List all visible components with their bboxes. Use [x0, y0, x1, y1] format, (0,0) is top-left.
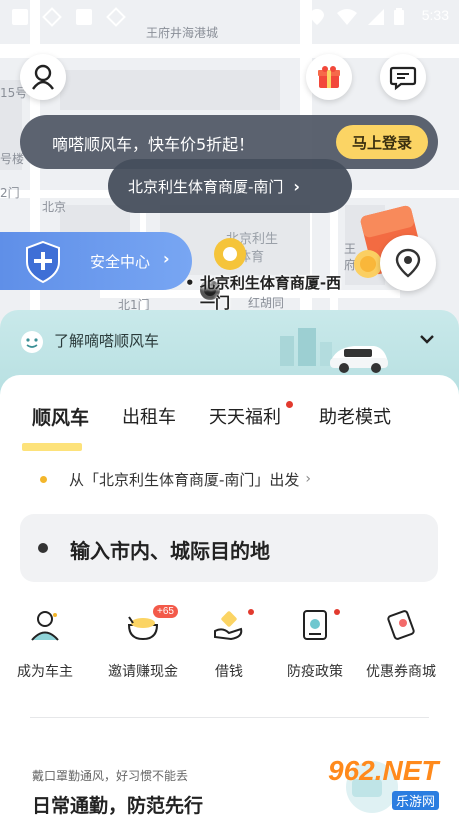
chat-message-icon — [389, 66, 417, 91]
map-place-name: 北京利生体育商厦-西 — [199, 274, 342, 292]
safety-center-button[interactable]: 安全中心 › — [0, 232, 192, 290]
destination-placeholder: 输入市内、城际目的地 — [70, 539, 270, 563]
map-place-label: • 北京利生体育商厦-西 — [185, 274, 342, 292]
tab-taxi[interactable]: 出租车 — [122, 403, 176, 429]
chevron-right-icon: › — [163, 249, 170, 268]
chevron-right-icon: › — [293, 176, 301, 196]
locate-me-button[interactable] — [380, 235, 436, 291]
coupon-mall-icon — [387, 610, 415, 640]
pickup-location-bubble[interactable]: 北京利生体育商厦-南门 › — [108, 159, 352, 213]
gift-icon — [318, 66, 340, 88]
active-tab-underline — [22, 443, 82, 451]
watermark-logo: 962.NET 乐游网 — [322, 755, 452, 813]
service-label: 成为车主 — [17, 664, 73, 680]
pickup-location-text: 北京利生体育商厦-南门 — [128, 177, 284, 196]
tab-elder-mode[interactable]: 助老模式 — [319, 403, 391, 429]
car-city-illustration-icon — [280, 328, 388, 373]
locate-pin-icon — [395, 248, 421, 278]
service-label: 邀请赚现金 — [108, 664, 178, 680]
destination-dot-icon — [38, 543, 48, 553]
login-button[interactable]: 马上登录 — [336, 125, 428, 159]
notification-dot — [334, 609, 340, 615]
service-coupon-mall[interactable]: 优惠券商城 — [356, 607, 446, 697]
tab-daily-rewards[interactable]: 天天福利 — [209, 403, 281, 429]
pickup-row-text: 从「北京利生体育商厦-南门」出发 — [69, 470, 300, 489]
service-badge: +65 — [153, 605, 178, 618]
signal-icon — [368, 9, 384, 25]
status-bar: 5:33 — [0, 0, 459, 32]
service-become-driver[interactable]: 成为车主 — [0, 607, 90, 697]
notification-square-icon — [76, 9, 92, 25]
notification-diamond-icon — [106, 7, 126, 27]
message-button[interactable] — [380, 54, 426, 100]
learn-more-text: 了解嘀嗒顺风车 — [54, 332, 160, 350]
chevron-down-icon[interactable] — [418, 332, 436, 346]
chevron-right-icon: › — [305, 471, 312, 487]
map-street-label: 2门 — [0, 186, 20, 200]
map-street-label: 红胡同 — [248, 296, 285, 310]
destination-input[interactable]: 输入市内、城际目的地 — [20, 514, 438, 582]
service-label: 防疫政策 — [287, 664, 343, 680]
wifi-icon — [337, 9, 357, 25]
divider — [30, 717, 429, 718]
shield-plus-icon — [26, 240, 60, 284]
loan-icon — [214, 611, 243, 641]
watermark-text: 962.NET — [328, 755, 439, 786]
battery-icon — [394, 8, 404, 25]
service-label: 借钱 — [215, 664, 243, 680]
service-loan[interactable]: 借钱 — [184, 607, 274, 697]
user-profile-icon — [32, 64, 54, 90]
article-subtitle: 戴口罩勤通风，好习惯不能丢 — [32, 769, 189, 783]
driver-icon — [31, 611, 59, 641]
notification-square-icon — [12, 9, 28, 25]
gift-button[interactable] — [306, 54, 352, 100]
notification-dot — [286, 401, 293, 408]
map-street-label: 号楼 — [0, 152, 25, 166]
service-epidemic-policy[interactable]: 防疫政策 — [270, 607, 360, 697]
service-grid: 成为车主 +65 邀请赚现金 借钱 防疫政策 优惠券商城 — [0, 605, 459, 697]
location-status-icon — [310, 9, 324, 25]
article-title[interactable]: 日常通勤，防范先行 — [32, 791, 203, 816]
smiley-face-icon — [21, 331, 43, 353]
promo-text: 嘀嗒顺风车，快车价5折起！ — [52, 135, 255, 154]
profile-button[interactable] — [20, 54, 66, 100]
tab-carpool[interactable]: 顺风车 — [32, 403, 89, 430]
main-card: 顺风车 出租车 天天福利 助老模式 从「北京利生体育商厦-南门」出发 › 输入市… — [0, 375, 459, 816]
watermark-subtext: 乐游网 — [392, 791, 440, 810]
notification-dot — [248, 609, 254, 615]
map-street-label: 北京 — [42, 200, 67, 214]
epidemic-policy-icon — [303, 610, 327, 640]
ride-type-tabs: 顺风车 出租车 天天福利 助老模式 — [0, 401, 459, 451]
notification-diamond-icon — [42, 7, 62, 27]
status-time: 5:33 — [421, 7, 449, 23]
pickup-row[interactable]: 从「北京利生体育商厦-南门」出发 › — [40, 468, 311, 490]
service-label: 优惠券商城 — [366, 664, 436, 680]
service-invite-cash[interactable]: +65 邀请赚现金 — [98, 605, 188, 697]
pickup-dot-icon — [40, 475, 47, 483]
safety-center-label: 安全中心 — [90, 253, 151, 271]
